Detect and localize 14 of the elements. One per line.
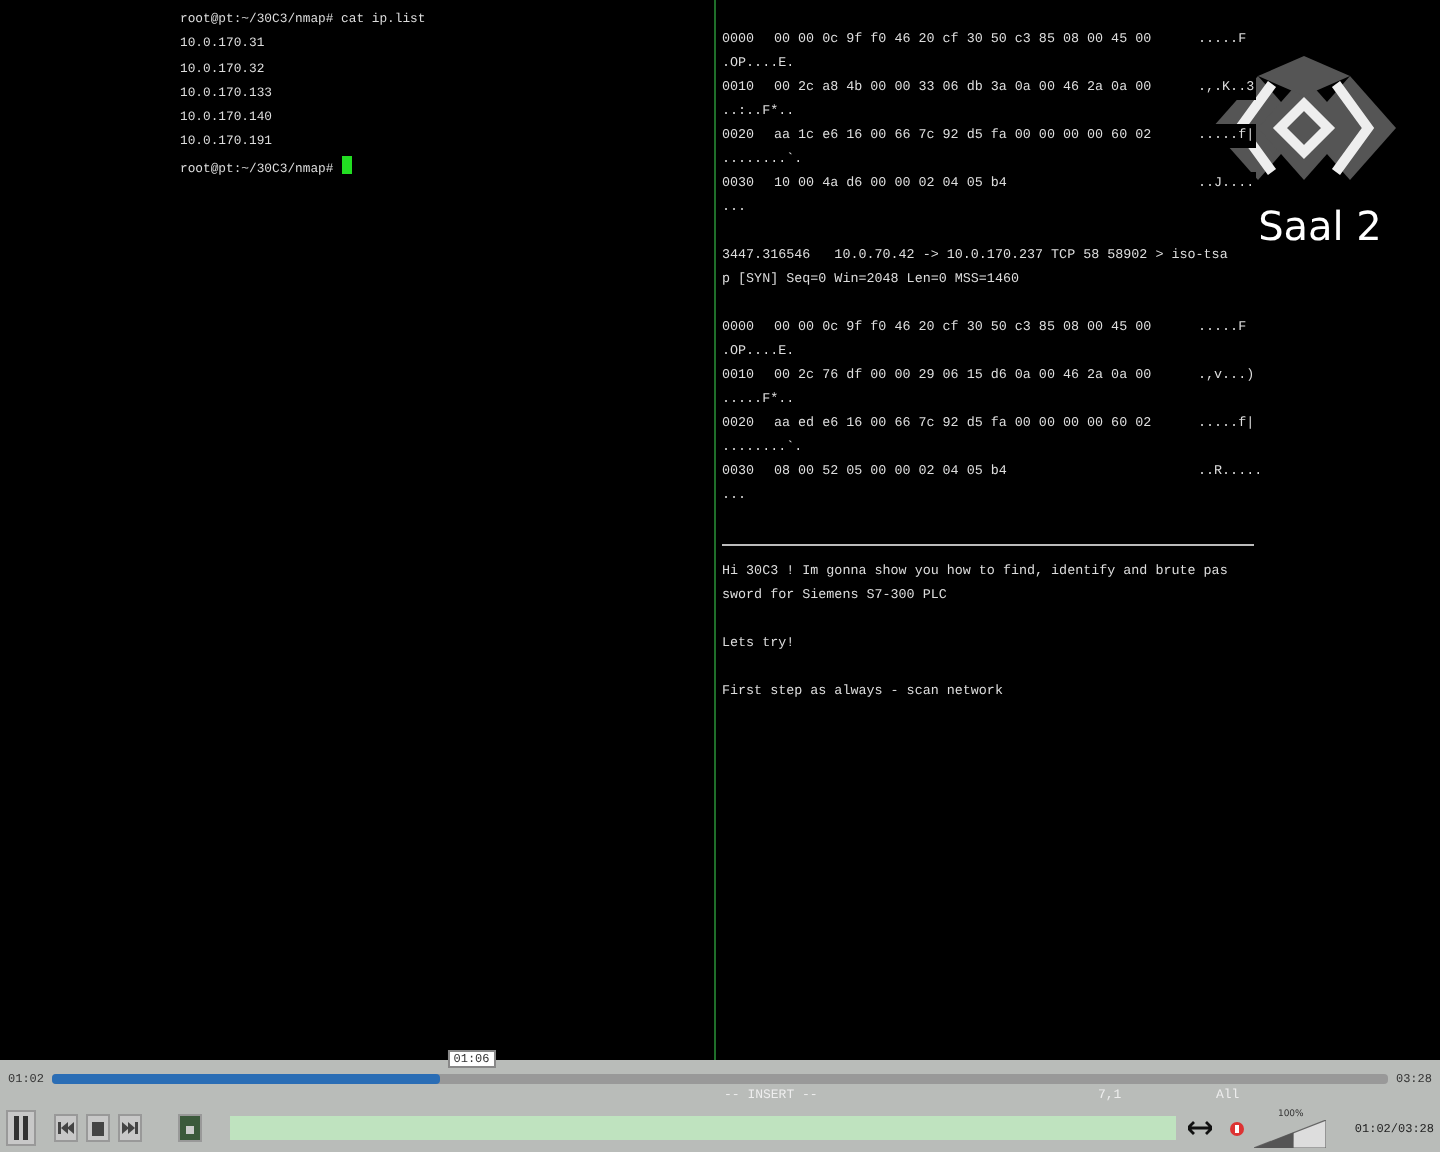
playlist-toggle-button[interactable] xyxy=(178,1114,202,1142)
next-button[interactable] xyxy=(118,1114,142,1142)
pause-button[interactable] xyxy=(6,1110,36,1146)
stop-icon xyxy=(92,1121,104,1135)
volume-slider[interactable] xyxy=(1254,1119,1327,1147)
pause-icon xyxy=(12,1116,30,1140)
square-icon xyxy=(184,1120,196,1136)
logo-caption: Saal 2 xyxy=(1258,204,1382,248)
skip-back-icon xyxy=(58,1122,74,1134)
skip-forward-icon xyxy=(122,1122,138,1134)
resize-arrows-icon[interactable] xyxy=(1188,1118,1213,1138)
speaker-icon[interactable] xyxy=(1228,1119,1247,1137)
stop-button[interactable] xyxy=(86,1114,110,1142)
previous-button[interactable] xyxy=(54,1114,78,1142)
